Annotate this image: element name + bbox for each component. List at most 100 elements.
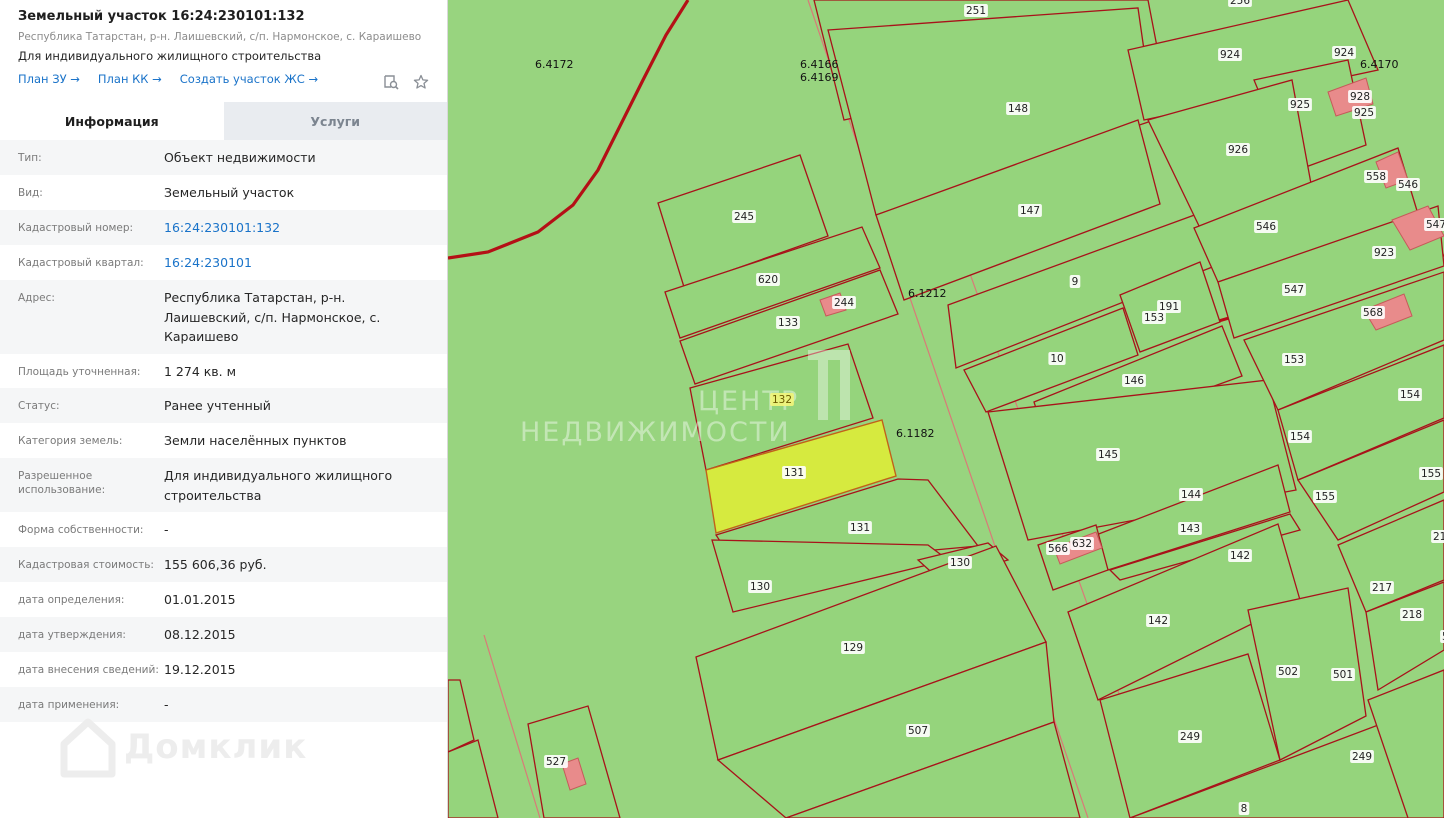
parcel-number-label: 501 <box>1333 669 1353 681</box>
info-row-address: Адрес: Республика Татарстан, р-н. Лаишев… <box>0 280 447 354</box>
map-search-icon[interactable] <box>383 74 399 90</box>
cadastral-map[interactable]: ЦЕНТР НЕДВИЖИМОСТИ 6.4172 6.4166 6.4169 … <box>448 0 1444 818</box>
info-row-cadastral-number: Кадастровый номер: 16:24:230101:132 <box>0 210 447 245</box>
info-row-type: Тип: Объект недвижимости <box>0 140 447 175</box>
parcel-number-label: 558 <box>1366 171 1386 183</box>
app-window: Земельный участок 16:24:230101:132 Респу… <box>0 0 1444 818</box>
parcel-number-label: 245 <box>734 211 754 223</box>
info-value: 155 606,36 руб. <box>164 557 267 572</box>
cadastral-quarter-link[interactable]: 16:24:230101 <box>164 245 429 273</box>
parcel-number-label: 10 <box>1050 353 1063 365</box>
info-list: Тип: Объект недвижимости Вид: Земельный … <box>0 140 447 722</box>
parcel-number-label: 146 <box>1124 375 1144 387</box>
parcel-number-label: 256 <box>1230 0 1250 7</box>
parcel-number-label: 924 <box>1220 49 1240 61</box>
parcel-number-label: 507 <box>908 725 928 737</box>
parcel-number-label: 155 <box>1315 491 1335 503</box>
domclick-watermark-text: Домклик <box>124 727 308 767</box>
info-value: 01.01.2015 <box>164 592 236 607</box>
create-plot-link[interactable]: Создать участок ЖС → <box>180 72 318 86</box>
parcel-number-label: 129 <box>843 642 863 654</box>
parcel-number-label: 546 <box>1256 221 1276 233</box>
parcel-number-label: 153 <box>1144 312 1164 324</box>
parcel-number-label: 546 <box>1398 179 1418 191</box>
parcel-number-label: 632 <box>1072 538 1092 550</box>
quarter-label: 6.4166 <box>800 58 839 71</box>
parcel-number-label: 620 <box>758 274 778 286</box>
parcel-number-label: 926 <box>1228 144 1248 156</box>
parcel-number-label: 191 <box>1159 301 1179 313</box>
info-row-cadastral-value: Кадастровая стоимость: 155 606,36 руб. <box>0 547 447 582</box>
watermark-bottom-text: НЕДВИЖИМОСТИ <box>520 417 791 448</box>
parcel-number-label: 924 <box>1334 47 1354 59</box>
info-label: Вид: <box>18 187 43 199</box>
parcel-number-label: 145 <box>1098 449 1118 461</box>
info-value: Земельный участок <box>164 185 295 200</box>
info-label: Адрес: <box>18 292 55 304</box>
info-row-date-determined: дата определения: 01.01.2015 <box>0 582 447 617</box>
info-value: Для индивидуального жилищного строительс… <box>164 468 393 503</box>
card-purpose: Для индивидуального жилищного строительс… <box>18 49 322 63</box>
parcel-number-label: 566 <box>1048 543 1068 555</box>
quarter-label: 6.4172 <box>535 58 574 71</box>
parcel-number-label: 928 <box>1350 91 1370 103</box>
parcel-number-label: 131 <box>784 467 804 479</box>
info-row-permitted-use: Разрешенное использование: Для индивидуа… <box>0 458 447 512</box>
info-value: Ранее учтенный <box>164 398 271 413</box>
parcel-number-label: 244 <box>834 297 854 309</box>
quarter-label: 6.4169 <box>800 71 839 84</box>
parcel-number-label: 130 <box>750 581 770 593</box>
parcel-number-label: 148 <box>1008 103 1028 115</box>
parcel-number-label: 147 <box>1020 205 1040 217</box>
parcel-number-label: 133 <box>778 317 798 329</box>
info-value: Республика Татарстан, р-н. Лаишевский, с… <box>164 290 381 344</box>
parcel-number-label: 217 <box>1433 531 1444 543</box>
plan-zu-link[interactable]: План ЗУ → <box>18 72 80 86</box>
info-label: Статус: <box>18 400 60 412</box>
house-logo-icon <box>60 718 116 778</box>
info-panel: Земельный участок 16:24:230101:132 Респу… <box>0 0 448 818</box>
parcel-number-label: 218 <box>1402 609 1422 621</box>
map-canvas[interactable]: ЦЕНТР НЕДВИЖИМОСТИ 6.4172 6.4166 6.4169 … <box>448 0 1444 818</box>
card-address: Республика Татарстан, р-н. Лаишевский, с… <box>18 31 422 43</box>
parcel-number-label: 155 <box>1421 468 1441 480</box>
info-label: дата утверждения: <box>18 629 126 641</box>
parcel-number-label: 142 <box>1230 550 1250 562</box>
info-value: Объект недвижимости <box>164 150 316 165</box>
parcel-number-label: 923 <box>1374 247 1394 259</box>
parcel-number-label: 9 <box>1072 276 1079 288</box>
quarter-label: 6.1212 <box>908 287 947 300</box>
parcel-number-label: 217 <box>1372 582 1392 594</box>
info-row-cadastral-quarter: Кадастровый квартал: 16:24:230101 <box>0 245 447 280</box>
info-row-area: Площадь уточненная: 1 274 кв. м <box>0 354 447 388</box>
info-label: дата применения: <box>18 699 120 711</box>
header-actions <box>383 74 429 90</box>
info-value: 08.12.2015 <box>164 627 236 642</box>
info-label: Форма собственности: <box>18 524 144 536</box>
parcel-number-label: 249 <box>1180 731 1200 743</box>
parcel-number-label: 143 <box>1180 523 1200 535</box>
info-row-land-category: Категория земель: Земли населённых пункт… <box>0 423 447 458</box>
star-icon[interactable] <box>413 74 429 90</box>
parcel-number-label: 547 <box>1426 219 1444 231</box>
info-value: 1 274 кв. м <box>164 364 237 379</box>
parcel-number-label: 130 <box>950 557 970 569</box>
parcel-number-label: 154 <box>1290 431 1310 443</box>
tab-bar: Информация Услуги <box>0 102 447 140</box>
quarter-label: 6.1182 <box>896 427 935 440</box>
quarter-label: 6.4170 <box>1360 58 1399 71</box>
parcel-number-label: 547 <box>1284 284 1304 296</box>
tab-information[interactable]: Информация <box>0 102 224 140</box>
plan-kk-link[interactable]: План КК → <box>98 72 162 86</box>
parcel-number-label: 251 <box>966 5 986 17</box>
parcel-number-label: 568 <box>1363 307 1383 319</box>
parcel-number-label: 8 <box>1241 803 1248 815</box>
parcel-number-label: 502 <box>1278 666 1298 678</box>
info-row-date-entered: дата внесения сведений: 19.12.2015 <box>0 652 447 687</box>
info-value: Земли населённых пунктов <box>164 433 347 448</box>
cadastral-number-link[interactable]: 16:24:230101:132 <box>164 210 429 238</box>
info-row-ownership: Форма собственности: - <box>0 512 447 547</box>
info-label: Тип: <box>18 152 42 164</box>
tab-services[interactable]: Услуги <box>223 102 447 140</box>
parcel-number-label: 154 <box>1400 389 1420 401</box>
